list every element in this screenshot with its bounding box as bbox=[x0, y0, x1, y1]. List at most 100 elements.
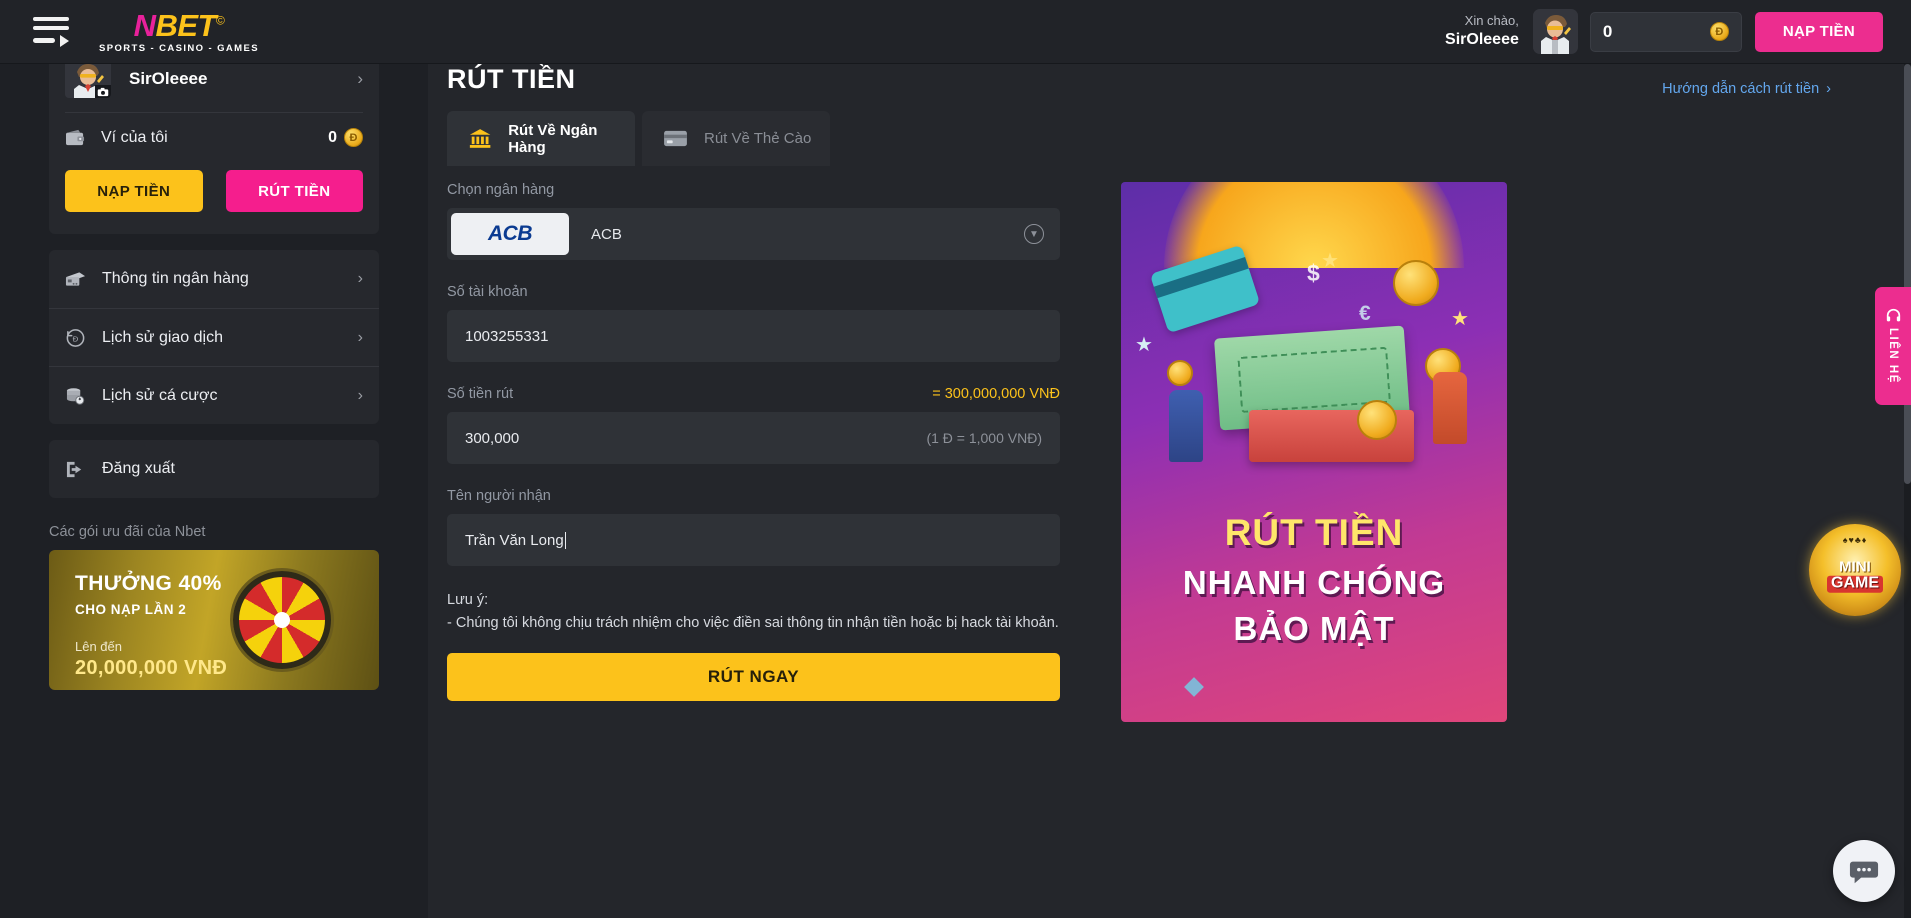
wallet-icon bbox=[66, 129, 85, 146]
sidebar-item-logout[interactable]: Đăng xuất bbox=[49, 440, 379, 498]
amount-equivalent: = 300,000,000 VNĐ bbox=[932, 386, 1060, 402]
sidebar-menu-card: Thông tin ngân hàng › Đ Lịch sử giao dịc… bbox=[49, 250, 379, 424]
sidebar-withdraw-button[interactable]: RÚT TIỀN bbox=[225, 170, 363, 212]
tab-label: Rút Về Thẻ Cào bbox=[704, 130, 812, 147]
live-chat-button[interactable] bbox=[1833, 840, 1895, 902]
tab-scratch-card-withdraw[interactable]: Rút Về Thẻ Cào bbox=[642, 111, 830, 166]
bank-card-icon bbox=[65, 272, 86, 286]
bank-select-label: Chọn ngân hàng bbox=[447, 182, 555, 198]
credit-card-illustration bbox=[1149, 244, 1261, 334]
wallet-coin-icon: Đ bbox=[344, 128, 363, 147]
sidebar-item-label: Thông tin ngân hàng bbox=[102, 270, 249, 287]
amount-rate-hint: (1 Đ = 1,000 VNĐ) bbox=[926, 430, 1042, 446]
note-block: Lưu ý: - Chúng tôi không chịu trách nhiệ… bbox=[447, 592, 1060, 631]
tab-bank-withdraw[interactable]: Rút Về Ngân Hàng bbox=[447, 111, 635, 166]
amount-value: 300,000 bbox=[465, 429, 520, 447]
header-right-cluster: Xin chào, SirOleeee 0 Đ NẠP TIỀN bbox=[1445, 9, 1911, 54]
sidebar-avatar[interactable] bbox=[65, 64, 111, 98]
amount-label-row: Số tiền rút = 300,000,000 VNĐ bbox=[447, 386, 1060, 402]
account-number-input[interactable]: 1003255331 bbox=[447, 310, 1060, 362]
withdraw-form: Chọn ngân hàng ACB ACB ▼ Số tài khoản 10… bbox=[447, 182, 1060, 701]
note-title: Lưu ý: bbox=[447, 592, 489, 608]
diamond-decoration bbox=[1184, 677, 1204, 697]
hamburger-bar-2 bbox=[33, 25, 69, 30]
header-deposit-button[interactable]: NẠP TIỀN bbox=[1754, 11, 1883, 52]
coin-icon: Đ bbox=[1709, 22, 1729, 41]
wallet-row[interactable]: Ví của tôi 0 Đ bbox=[49, 113, 379, 162]
wallet-action-buttons: NẠP TIỀN RÚT TIỀN bbox=[49, 162, 379, 234]
star-icon: ★ bbox=[1321, 250, 1339, 272]
account-sidebar: SirOleeee › Ví của tôi 0 Đ NẠP TIỀN RÚT … bbox=[0, 64, 428, 918]
contact-support-tab[interactable]: LIÊN HỆ bbox=[1875, 287, 1911, 405]
sidebar-item-label: Lịch sử cá cược bbox=[102, 386, 218, 404]
camera-icon[interactable] bbox=[95, 85, 111, 98]
logout-icon bbox=[66, 461, 82, 477]
withdraw-submit-button[interactable]: RÚT NGAY bbox=[447, 653, 1060, 701]
gold-coin-icon bbox=[1357, 400, 1397, 440]
hamburger-bar-3-row bbox=[33, 34, 73, 47]
header-username: SirOleeee bbox=[1445, 30, 1519, 48]
wallet-label: Ví của tôi bbox=[101, 128, 168, 146]
promo-headline-block: RÚT TIỀN NHANH CHÓNG BẢO MẬT bbox=[1121, 512, 1507, 648]
recipient-input[interactable]: Trần Văn Long bbox=[447, 514, 1060, 566]
minigame-label-game: GAME bbox=[1827, 575, 1883, 593]
sidebar-deposit-button[interactable]: NẠP TIỀN bbox=[65, 170, 203, 212]
logout-card: Đăng xuất bbox=[49, 440, 379, 498]
chevron-right-icon: › bbox=[357, 328, 363, 346]
amount-input[interactable]: 300,000 (1 Đ = 1,000 VNĐ) bbox=[447, 412, 1060, 464]
note-line: - Chúng tôi không chịu trách nhiệm cho v… bbox=[447, 615, 1059, 631]
coins-bet-icon bbox=[66, 388, 85, 405]
promo-small-text: Lên đến bbox=[75, 639, 122, 654]
chevron-right-icon: › bbox=[1826, 81, 1831, 97]
bank-selected-name: ACB bbox=[591, 225, 622, 243]
sidebar-item-bet-history[interactable]: Lịch sử cá cược › bbox=[49, 366, 379, 424]
svg-text:Đ: Đ bbox=[73, 334, 79, 343]
scrollbar-thumb[interactable] bbox=[1904, 64, 1911, 484]
promo-headline: THƯỞNG 40% bbox=[75, 572, 222, 595]
main-content: RÚT TIỀN Hướng dẫn cách rút tiền › Rút V… bbox=[428, 64, 1911, 918]
promo-subline: CHO NẠP LẦN 2 bbox=[75, 602, 187, 617]
sidebar-item-transaction-history[interactable]: Đ Lịch sử giao dịch › bbox=[49, 308, 379, 366]
bank-building-icon bbox=[469, 129, 491, 148]
profile-card: SirOleeee › Ví của tôi 0 Đ NẠP TIỀN RÚT … bbox=[49, 64, 379, 234]
gold-coin-icon bbox=[1393, 260, 1439, 306]
promo-banner[interactable]: THƯỞNG 40% CHO NẠP LẦN 2 Lên đến 20,000,… bbox=[49, 550, 379, 690]
sidebar-item-bank-info[interactable]: Thông tin ngân hàng › bbox=[49, 250, 379, 308]
chat-bubble-icon bbox=[1849, 861, 1879, 884]
hamburger-bar-3 bbox=[33, 38, 55, 43]
page-scrollbar[interactable] bbox=[1904, 64, 1911, 918]
menu-toggle-icon[interactable] bbox=[33, 16, 73, 47]
wallet-amount-value: 0 bbox=[328, 128, 337, 146]
chevron-right-icon: › bbox=[357, 270, 363, 287]
header-avatar[interactable] bbox=[1532, 9, 1578, 54]
withdraw-promo-image: ★ ★ ★ $ € RÚT TIỀN NHANH CHÓNG BẢO MẬT bbox=[1121, 182, 1507, 722]
promo-text-block: THƯỞNG 40% CHO NẠP LẦN 2 Lên đến 20,000,… bbox=[75, 572, 227, 680]
scratch-card-icon bbox=[664, 130, 687, 147]
guide-link-label: Hướng dẫn cách rút tiền bbox=[1662, 81, 1820, 97]
profile-row[interactable]: SirOleeee › bbox=[49, 64, 379, 112]
brand-logo[interactable]: NBET© SPORTS - CASINO - GAMES bbox=[99, 10, 259, 54]
brand-tagline: SPORTS - CASINO - GAMES bbox=[99, 42, 259, 54]
brand-logo-bet: BET bbox=[155, 7, 216, 43]
bank-select-dropdown[interactable]: ACB ACB ▼ bbox=[447, 208, 1060, 260]
promo-section-title: Các gói ưu đãi của Nbet bbox=[49, 524, 206, 540]
minigame-launcher[interactable]: ♠♥♣♦ MINI GAME bbox=[1809, 524, 1901, 616]
promo-line-1: RÚT TIỀN bbox=[1224, 512, 1404, 553]
star-icon: ★ bbox=[1135, 334, 1153, 356]
hamburger-bar-1 bbox=[33, 16, 69, 21]
withdraw-method-tabs: Rút Về Ngân Hàng Rút Về Thẻ Cào bbox=[447, 111, 830, 166]
page-title: RÚT TIỀN bbox=[447, 64, 576, 94]
header-balance-box[interactable]: 0 Đ bbox=[1589, 11, 1742, 52]
text-caret bbox=[564, 531, 566, 549]
withdraw-guide-link[interactable]: Hướng dẫn cách rút tiền › bbox=[1662, 81, 1831, 97]
gold-coin-icon bbox=[1167, 360, 1193, 386]
history-clock-icon: Đ bbox=[66, 329, 85, 347]
app-header: NBET© SPORTS - CASINO - GAMES Xin chào, … bbox=[0, 0, 1911, 64]
amount-label: Số tiền rút bbox=[447, 386, 514, 402]
bank-logo-text: ACB bbox=[488, 222, 533, 245]
bank-logo: ACB bbox=[451, 213, 569, 255]
recipient-value: Trần Văn Long bbox=[465, 531, 564, 549]
headset-icon bbox=[1886, 308, 1900, 322]
